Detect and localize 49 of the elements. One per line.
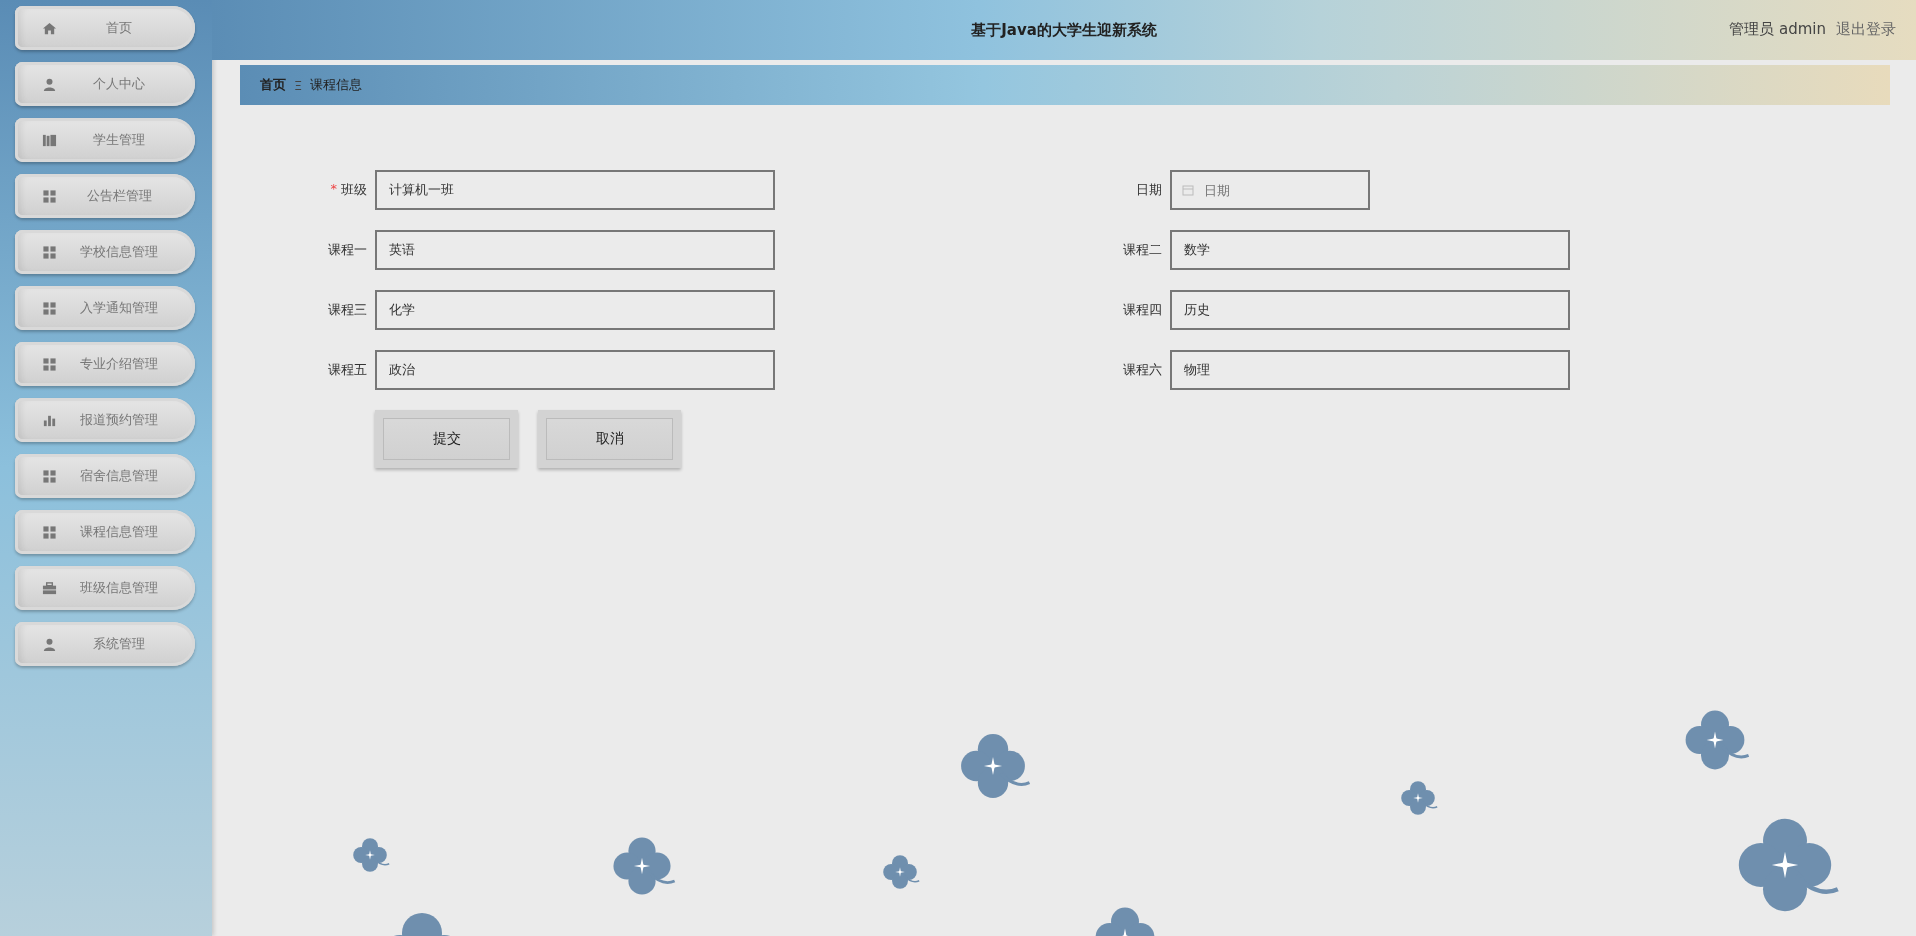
grid-icon bbox=[42, 356, 57, 372]
input-field[interactable]: 物理 bbox=[1170, 350, 1570, 390]
calendar-icon bbox=[1182, 184, 1194, 196]
field-label: 课程二 bbox=[1123, 241, 1162, 259]
books-icon bbox=[42, 132, 57, 148]
date-field[interactable]: 日期 bbox=[1170, 170, 1370, 210]
grid-icon bbox=[42, 468, 57, 484]
sidebar-item[interactable]: 报道预约管理 bbox=[15, 398, 195, 442]
form-button[interactable]: 取消 bbox=[538, 410, 681, 468]
sidebar-item[interactable]: 学生管理 bbox=[15, 118, 195, 162]
sidebar-item[interactable]: 学校信息管理 bbox=[15, 230, 195, 274]
user-icon bbox=[42, 76, 57, 92]
field-label: 班级 bbox=[341, 181, 367, 199]
input-field[interactable]: 历史 bbox=[1170, 290, 1570, 330]
breadcrumb-separator: Ξ bbox=[294, 77, 303, 93]
sidebar-item[interactable]: 首页 bbox=[15, 6, 195, 50]
input-field[interactable]: 化学 bbox=[375, 290, 775, 330]
field-label: 课程一 bbox=[328, 241, 367, 259]
sidebar-item[interactable]: 个人中心 bbox=[15, 62, 195, 106]
sidebar-item[interactable]: 班级信息管理 bbox=[15, 566, 195, 610]
user-icon bbox=[42, 636, 57, 652]
logout-link[interactable]: 退出登录 bbox=[1836, 20, 1896, 39]
sidebar-item[interactable]: 专业介绍管理 bbox=[15, 342, 195, 386]
field-label: 课程三 bbox=[328, 301, 367, 319]
breadcrumb-link[interactable]: 首页 bbox=[260, 76, 286, 94]
field-label: 课程四 bbox=[1123, 301, 1162, 319]
field-label: 日期 bbox=[1136, 181, 1162, 199]
input-field[interactable]: 计算机一班 bbox=[375, 170, 775, 210]
input-field[interactable]: 政治 bbox=[375, 350, 775, 390]
sidebar-item[interactable]: 宿舍信息管理 bbox=[15, 454, 195, 498]
input-field[interactable]: 数学 bbox=[1170, 230, 1570, 270]
form-button[interactable]: 提交 bbox=[375, 410, 518, 468]
grid-icon bbox=[42, 300, 57, 316]
input-field[interactable]: 英语 bbox=[375, 230, 775, 270]
grid-icon bbox=[42, 524, 57, 540]
grid-icon bbox=[42, 244, 57, 260]
breadcrumb-current: 课程信息 bbox=[310, 76, 363, 94]
field-label: 课程六 bbox=[1123, 361, 1162, 379]
required-mark: * bbox=[330, 181, 337, 198]
briefcase-icon bbox=[42, 580, 57, 596]
sidebar-item[interactable]: 系统管理 bbox=[15, 622, 195, 666]
sidebar-item[interactable]: 入学通知管理 bbox=[15, 286, 195, 330]
system-title: 基于Java的大学生迎新系统 bbox=[971, 20, 1157, 40]
sidebar-item[interactable]: 公告栏管理 bbox=[15, 174, 195, 218]
home-icon bbox=[42, 20, 57, 36]
field-label: 课程五 bbox=[328, 361, 367, 379]
grid-icon bbox=[42, 188, 57, 204]
user-name: 管理员 admin bbox=[1729, 20, 1826, 39]
sidebar-item[interactable]: 课程信息管理 bbox=[15, 510, 195, 554]
